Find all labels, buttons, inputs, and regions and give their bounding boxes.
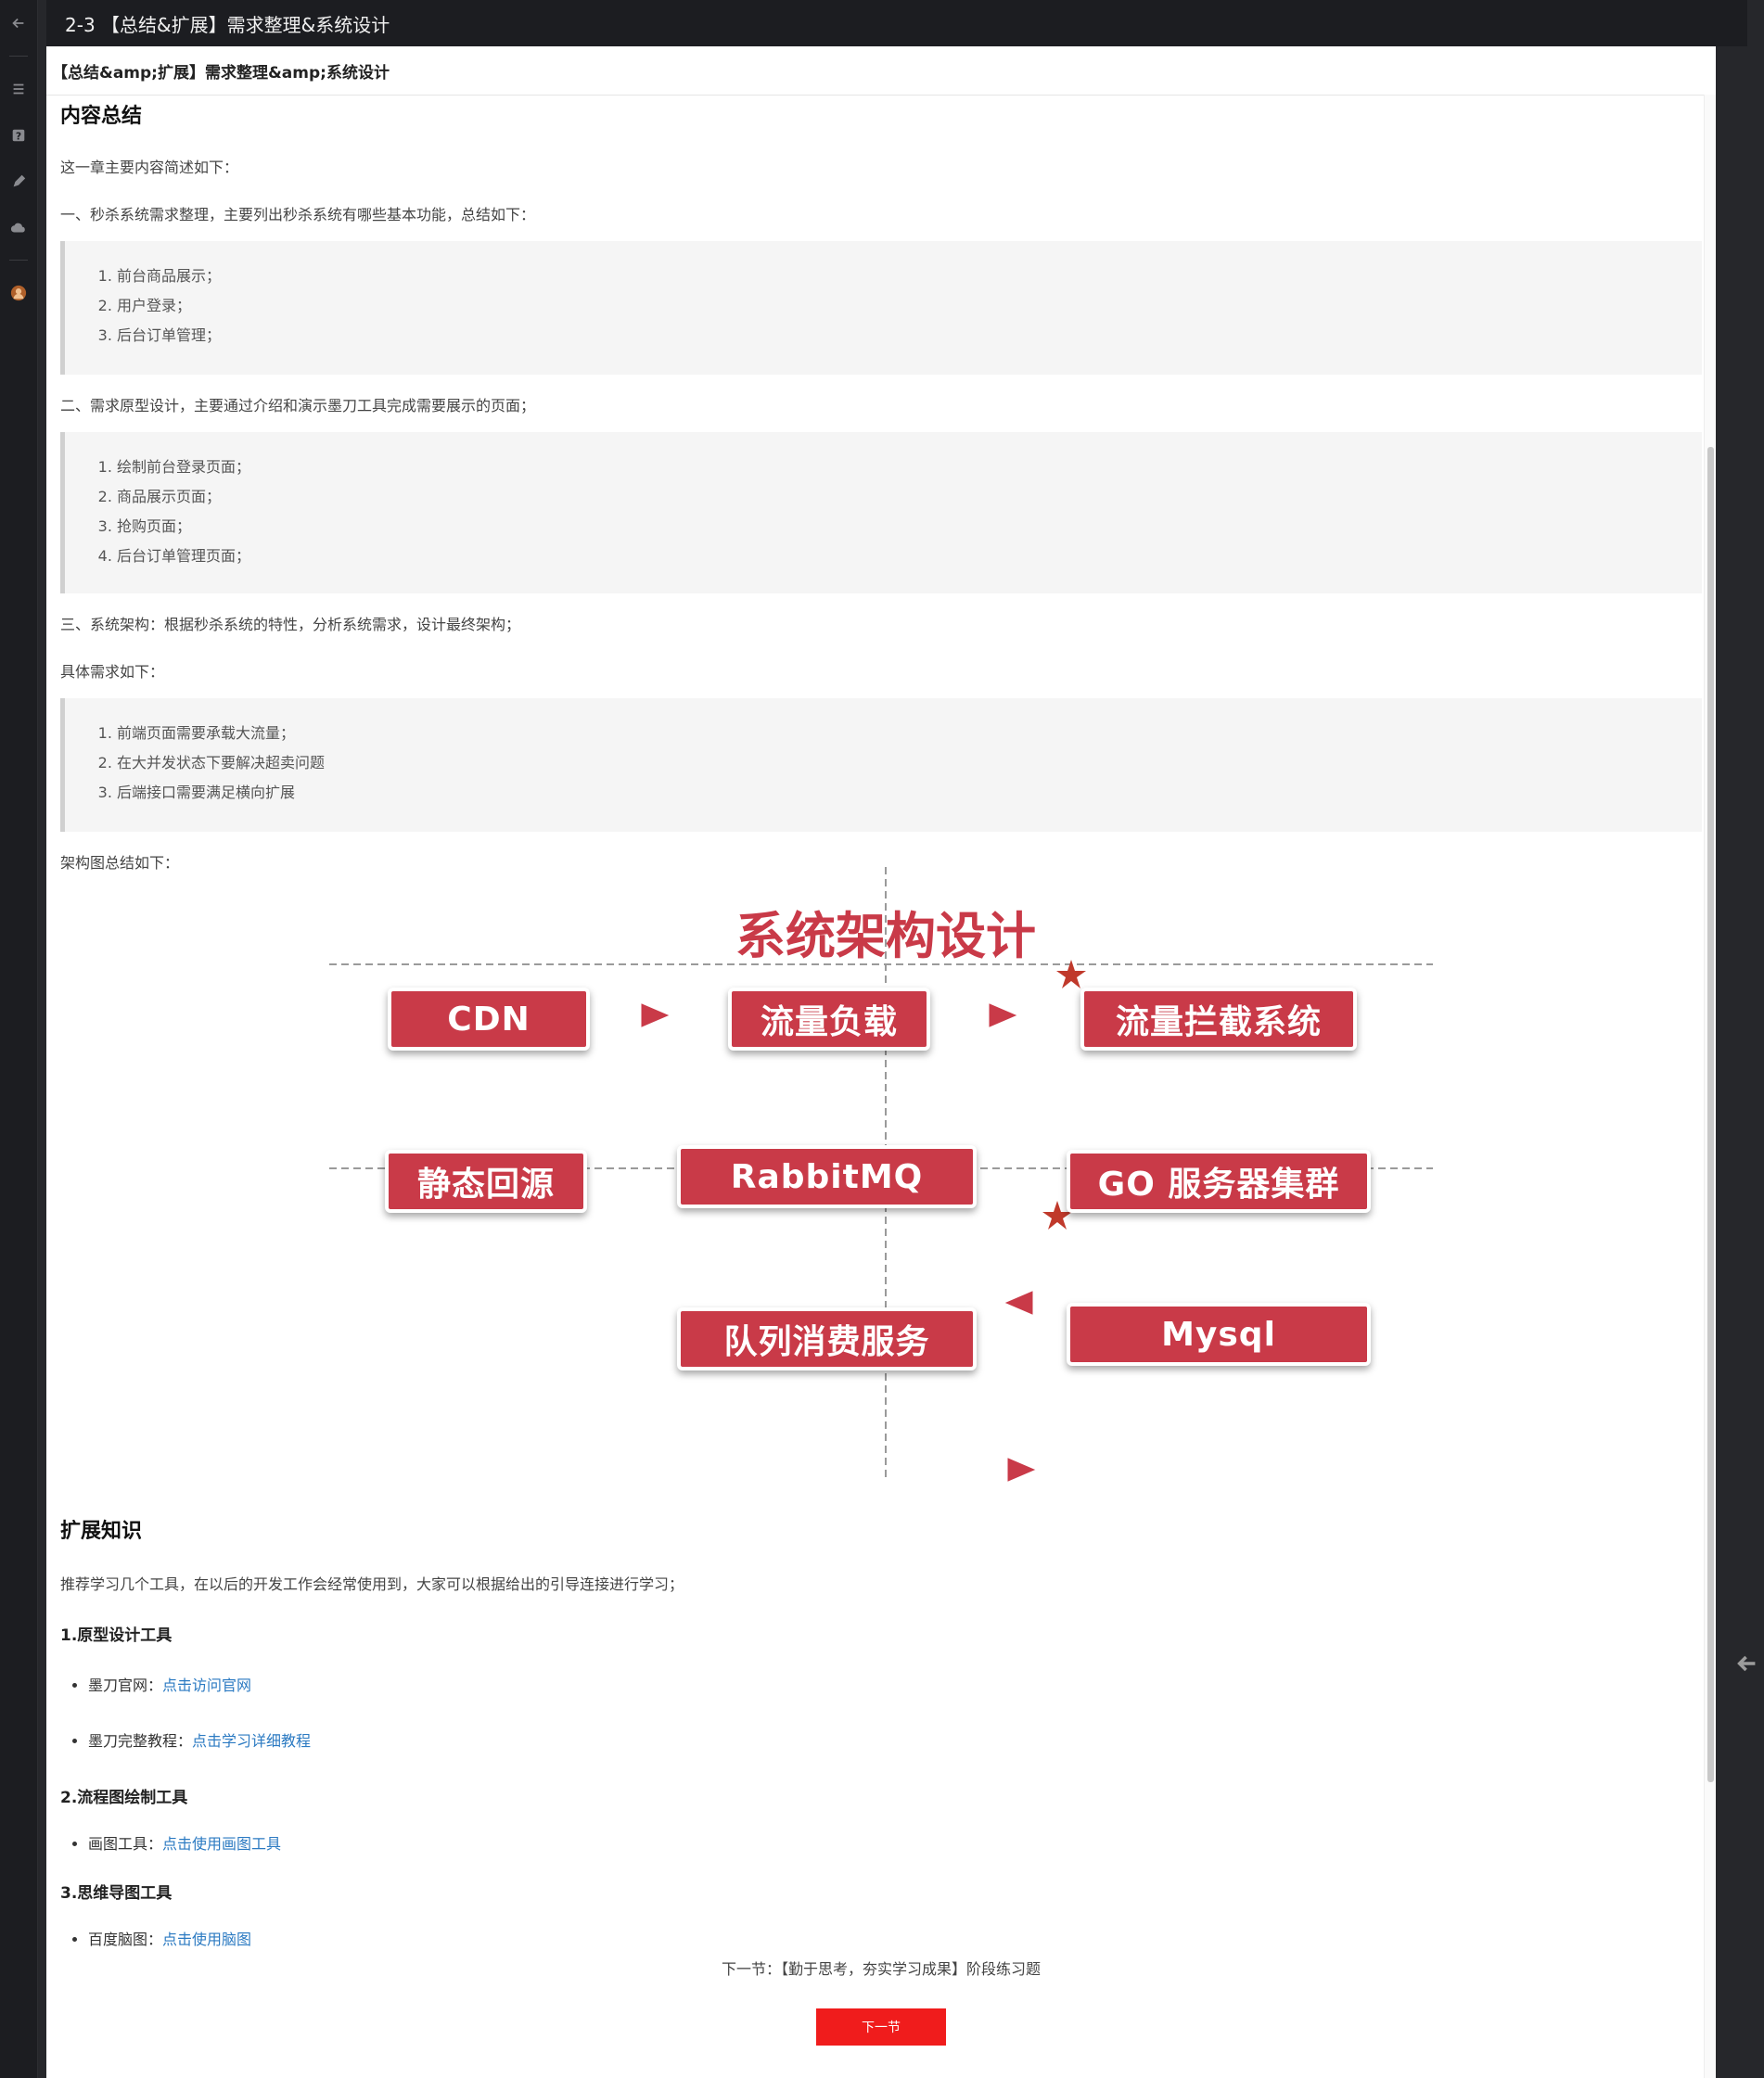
list-item: 后端接口需要满足横向扩展 bbox=[117, 778, 1702, 808]
list-item: 用户登录； bbox=[117, 291, 1702, 321]
link-drawing-tool[interactable]: 点击使用画图工具 bbox=[162, 1835, 281, 1853]
list-item: 墨刀官网：点击访问官网 bbox=[88, 1673, 1702, 1695]
window-title: 2-3 【总结&扩展】需求整理&系统设计 bbox=[65, 13, 390, 36]
list2-block: 绘制前台登录页面； 商品展示页面； 抢购页面； 后台订单管理页面； bbox=[60, 432, 1702, 593]
sidebar-divider bbox=[9, 56, 28, 57]
node-rabbitmq: RabbitMQ bbox=[677, 1145, 977, 1208]
summary-part2: 二、需求原型设计，主要通过介绍和演示墨刀工具完成需要展示的页面； bbox=[60, 397, 536, 414]
list-item: 后台订单管理页面； bbox=[117, 542, 1702, 571]
node-go-cluster: GO 服务器集群 bbox=[1067, 1150, 1371, 1213]
next-section-button[interactable]: 下一节 bbox=[816, 2008, 946, 2046]
svg-text:?: ? bbox=[16, 131, 21, 143]
left-sidebar: ? bbox=[0, 0, 38, 2078]
extension-heading: 扩展知识 bbox=[60, 1520, 143, 1543]
sidebar-divider bbox=[9, 260, 28, 261]
back-arrow-icon[interactable] bbox=[1731, 1641, 1764, 1686]
tool-section-title: 3.思维导图工具 bbox=[60, 1884, 173, 1903]
list3-block: 前端页面需要承载大流量； 在大并发状态下要解决超卖问题 后端接口需要满足横向扩展 bbox=[60, 698, 1702, 832]
link-label: 百度脑图： bbox=[88, 1931, 163, 1948]
list-item: 后台订单管理； bbox=[117, 321, 1702, 351]
list-item: 前台商品展示； bbox=[117, 261, 1702, 291]
tool-list: 百度脑图：点击使用脑图 bbox=[60, 1927, 1702, 1949]
doc-header: 【总结&amp;扩展】需求整理&amp;系统设计 bbox=[46, 46, 1716, 96]
node-mysql: Mysql bbox=[1067, 1303, 1371, 1366]
list-item: 绘制前台登录页面； bbox=[117, 453, 1702, 482]
list-item: 前端页面需要承载大流量； bbox=[117, 719, 1702, 748]
link-label: 画图工具： bbox=[88, 1835, 163, 1853]
tool-section-title: 2.流程图绘制工具 bbox=[60, 1789, 188, 1807]
window-title-bar: 2-3 【总结&扩展】需求整理&系统设计 bbox=[46, 0, 1747, 46]
tool-section-title: 1.原型设计工具 bbox=[60, 1626, 173, 1645]
extension-section: 扩展知识 推荐学习几个工具，在以后的开发工作会经常使用到，大家可以根据给出的引导… bbox=[60, 1514, 1702, 1949]
list-item: 抢购页面； bbox=[117, 512, 1702, 542]
cloud-icon[interactable] bbox=[0, 210, 37, 247]
extension-intro: 推荐学习几个工具，在以后的开发工作会经常使用到，大家可以根据给出的引导连接进行学… bbox=[60, 1575, 684, 1593]
doc-content: 内容总结 这一章主要内容简述如下： 一、秒杀系统需求整理，主要列出秒杀系统有哪些… bbox=[60, 95, 1702, 873]
link-official-site[interactable]: 点击访问官网 bbox=[162, 1676, 251, 1694]
tool-list: 画图工具：点击使用画图工具 bbox=[60, 1831, 1702, 1854]
summary-heading: 内容总结 bbox=[60, 105, 143, 128]
summary-part1: 一、秒杀系统需求整理，主要列出秒杀系统有哪些基本功能，总结如下： bbox=[60, 206, 536, 223]
summary-intro: 这一章主要内容简述如下： bbox=[60, 159, 239, 176]
list-item: 画图工具：点击使用画图工具 bbox=[88, 1831, 1702, 1854]
tool-list: 墨刀官网：点击访问官网 墨刀完整教程：点击学习详细教程 bbox=[60, 1673, 1702, 1751]
list-item: 在大并发状态下要解决超卖问题 bbox=[117, 748, 1702, 778]
node-traffic-load: 流量负载 bbox=[728, 988, 930, 1051]
link-label: 墨刀官网： bbox=[88, 1676, 163, 1694]
node-queue-consumer: 队列消费服务 bbox=[677, 1307, 977, 1370]
diagram-title: 系统架构设计 bbox=[735, 907, 1036, 965]
pencil-icon[interactable] bbox=[0, 163, 37, 200]
list-item: 商品展示页面； bbox=[117, 482, 1702, 512]
back-arrow-icon[interactable] bbox=[0, 5, 37, 42]
menu-icon[interactable] bbox=[0, 70, 37, 108]
list1-block: 前台商品展示； 用户登录； 后台订单管理； bbox=[60, 241, 1702, 375]
next-section-text: 下一节：【勤于思考，夯实学习成果】阶段练习题 bbox=[721, 1960, 1041, 1978]
list-item: 百度脑图：点击使用脑图 bbox=[88, 1927, 1702, 1949]
node-traffic-intercept: 流量拦截系统 bbox=[1080, 988, 1357, 1051]
node-static-origin: 静态回源 bbox=[385, 1150, 587, 1213]
link-mind-map[interactable]: 点击使用脑图 bbox=[162, 1931, 251, 1948]
architecture-diagram: 系统架构设计 CDN 流量负载 流量拦截系统 静态回源 RabbitMQ GO … bbox=[46, 858, 1716, 1507]
link-full-tutorial[interactable]: 点击学习详细教程 bbox=[192, 1732, 311, 1750]
summary-part3: 三、系统架构：根据秒杀系统的特性，分析系统需求，设计最终架构； bbox=[60, 616, 521, 633]
list-item: 墨刀完整教程：点击学习详细教程 bbox=[88, 1728, 1702, 1751]
help-icon[interactable]: ? bbox=[0, 117, 37, 154]
node-cdn: CDN bbox=[388, 988, 590, 1051]
avatar[interactable] bbox=[0, 274, 37, 312]
document-page: 【总结&amp;扩展】需求整理&amp;系统设计 内容总结 这一章主要内容简述如… bbox=[46, 46, 1716, 2078]
link-label: 墨刀完整教程： bbox=[88, 1732, 193, 1750]
summary-detail: 具体需求如下： bbox=[60, 663, 165, 681]
